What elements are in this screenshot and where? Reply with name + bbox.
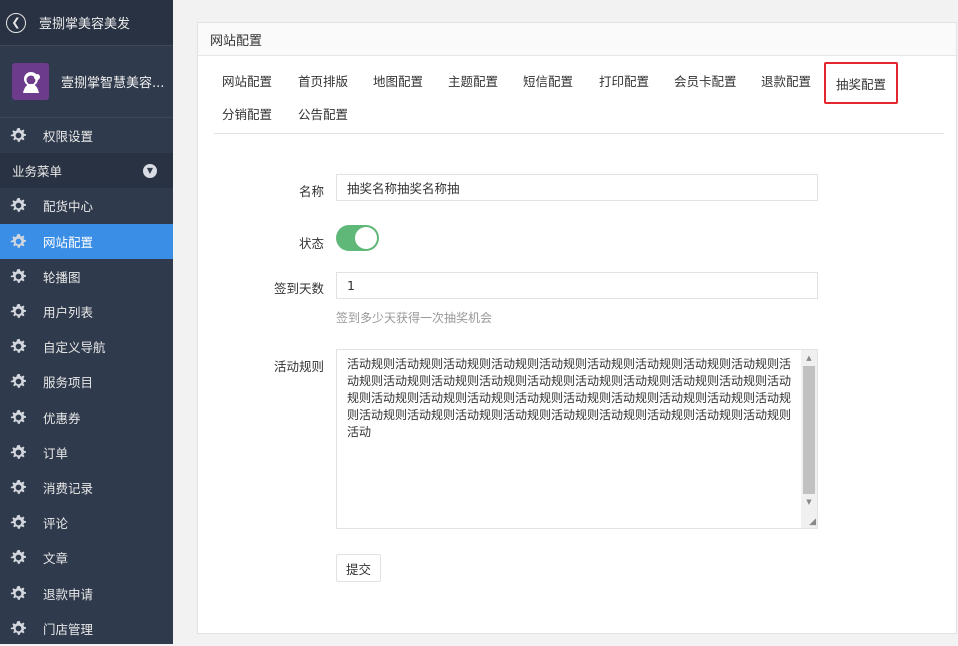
profile-name: 壹捌掌智慧美容... [61,76,165,91]
sidebar-item-label: 消费记录 [43,480,94,496]
resize-handle-icon[interactable]: ◢ [804,515,816,527]
tab-sms-config[interactable]: 短信配置 [523,66,573,94]
tab-notice-config[interactable]: 公告配置 [298,99,348,127]
profile[interactable]: 壹捌掌智慧美容... [0,46,173,118]
sidebar-header: ❮ 壹捌掌美容美发 [0,0,173,46]
sidebar-item-6[interactable]: 优惠券 [0,400,173,435]
sidebar-item-9[interactable]: 评论 [0,505,173,540]
sidebar-item-label: 网站配置 [43,234,94,250]
sidebar-item-label: 文章 [43,551,69,567]
sidebar-item-10[interactable]: 文章 [0,540,173,575]
gear-icon [10,550,26,565]
sidebar-item-label: 配货中心 [43,199,94,215]
gear-icon [10,620,26,635]
submit-button[interactable]: 提交 [336,554,381,582]
rules-textarea[interactable]: 活动规则活动规则活动规则活动规则活动规则活动规则活动规则活动规则活动规则活动规则… [336,349,818,529]
name-label: 名称 [298,184,324,199]
gear-icon [10,409,26,424]
sidebar-item-label: 自定义导航 [43,340,106,356]
avatar-logo-icon [22,71,40,93]
tab-membership-config[interactable]: 会员卡配置 [674,66,737,94]
textarea-scrollbar[interactable]: ▲ ▼ [801,350,817,528]
scroll-down-icon[interactable]: ▼ [801,495,817,509]
tab-map-config[interactable]: 地图配置 [373,66,423,94]
sidebar-group-label: 业务菜单 [12,164,63,180]
sidebar-item-2[interactable]: 轮播图 [0,259,173,294]
gear-icon [10,585,26,600]
sidebar-item-11[interactable]: 退款申请 [0,575,173,610]
gear-icon [10,479,26,494]
toggle-knob [355,227,377,249]
sidebar-item-7[interactable]: 订单 [0,435,173,470]
panel-title: 网站配置 [198,23,956,56]
sidebar-item-label: 订单 [43,445,69,461]
config-panel: 网站配置 网站配置 首页排版 地图配置 主题配置 短信配置 打印配置 会员卡配置… [197,22,957,634]
rules-label: 活动规则 [273,359,324,374]
sidebar-item-label: 服务项目 [43,375,94,391]
days-hint: 签到多少天获得一次抽奖机会 [336,311,493,325]
sidebar-menu: 配货中心网站配置轮播图用户列表自定义导航服务项目优惠券订单消费记录评论文章退款申… [0,188,173,645]
gear-icon [10,268,26,283]
days-input[interactable]: 1 [336,272,818,299]
tab-refund-config[interactable]: 退款配置 [761,66,811,94]
gear-icon [10,339,26,353]
tab-print-config[interactable]: 打印配置 [599,66,649,94]
sidebar-item-0[interactable]: 配货中心 [0,188,173,223]
avatar [12,63,49,100]
back-icon[interactable]: ❮ [6,12,26,33]
sidebar-item-label: 用户列表 [43,305,94,321]
gear-icon [10,444,26,459]
gear-icon [10,233,26,248]
sidebar-item-8[interactable]: 消费记录 [0,470,173,505]
tab-bar: 网站配置 首页排版 地图配置 主题配置 短信配置 打印配置 会员卡配置 退款配置… [214,62,944,134]
sidebar-item-label: 评论 [43,516,69,532]
tab-theme-config[interactable]: 主题配置 [448,66,498,94]
status-toggle[interactable] [336,225,379,251]
sidebar-item-4[interactable]: 自定义导航 [0,329,173,364]
sidebar: ❮ 壹捌掌美容美发 壹捌掌智慧美容... 权限设置 业务菜单 ▼ 配货中心网站配… [0,0,173,644]
sidebar-item-permissions[interactable]: 权限设置 [0,118,173,153]
rules-text: 活动规则活动规则活动规则活动规则活动规则活动规则活动规则活动规则活动规则活动规则… [347,357,792,439]
sidebar-item-label: 轮播图 [43,269,81,285]
sidebar-item-3[interactable]: 用户列表 [0,294,173,329]
tab-home-layout[interactable]: 首页排版 [298,66,348,94]
sidebar-item-1[interactable]: 网站配置 [0,223,173,259]
name-input[interactable]: 抽奖名称抽奖名称抽 [336,174,818,201]
sidebar-group-business[interactable]: 业务菜单 ▼ [0,153,173,189]
days-label: 签到天数 [273,281,324,296]
sidebar-item-5[interactable]: 服务项目 [0,364,173,399]
tab-site-config[interactable]: 网站配置 [222,66,272,94]
scroll-thumb[interactable] [803,366,815,494]
app-title: 壹捌掌美容美发 [39,17,131,32]
gear-icon [10,374,26,389]
gear-icon [10,515,26,529]
gear-icon [10,127,26,142]
scroll-up-icon[interactable]: ▲ [801,351,817,365]
gear-icon [10,303,26,318]
sidebar-item-12[interactable]: 门店管理 [0,611,173,646]
chevron-down-icon: ▼ [143,163,157,178]
tab-lottery-config[interactable]: 抽奖配置 [824,62,899,104]
sidebar-item-label: 优惠券 [43,410,81,426]
sidebar-item-label: 门店管理 [43,621,94,637]
sidebar-item-label: 权限设置 [43,129,94,145]
tab-distribution-config[interactable]: 分销配置 [222,99,272,127]
sidebar-item-label: 退款申请 [43,586,94,602]
status-label: 状态 [298,236,324,251]
gear-icon [10,198,26,213]
